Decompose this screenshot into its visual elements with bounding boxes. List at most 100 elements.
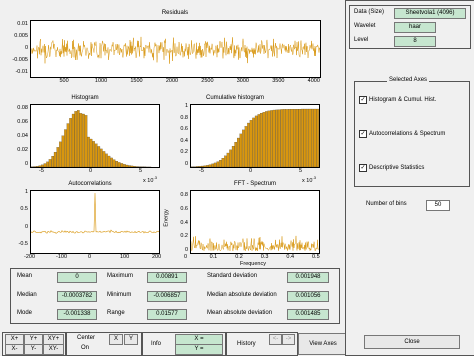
bins-label: Number of bins xyxy=(366,201,407,207)
cumulative-bar xyxy=(212,164,214,167)
autocorr-y-tick: 1 xyxy=(10,189,28,195)
cumulative-bar xyxy=(311,109,313,167)
autocorr-plot[interactable] xyxy=(30,190,160,254)
level-label: Level xyxy=(354,37,368,43)
cumulative-bar xyxy=(199,166,201,167)
cumulative-bar xyxy=(296,109,298,167)
cumulative-bar xyxy=(224,156,226,167)
cumulative-bar xyxy=(276,110,278,167)
residuals-x-tick: 3500 xyxy=(272,78,284,84)
histogram-bar xyxy=(121,163,123,167)
histogram-bar xyxy=(67,124,69,168)
cumulative-y-tick: 1 xyxy=(170,103,188,109)
histogram-bar xyxy=(116,161,118,167)
histogram-bar xyxy=(62,136,64,167)
stats-option-label: Descriptive Statistics xyxy=(369,165,424,171)
zoom-y-out-button[interactable]: Y- xyxy=(24,344,43,355)
minimum-value: -0.006857 xyxy=(147,291,187,302)
center-y-button[interactable]: Y xyxy=(124,334,138,345)
data-size-label: Data (Size) xyxy=(354,9,384,15)
wavelet-label: Wavelet xyxy=(354,23,375,29)
residuals-y-tick: 0.005 xyxy=(10,33,28,39)
stats-checkbox[interactable]: ✓ xyxy=(359,164,367,172)
history-forward-button[interactable]: -> xyxy=(282,334,295,345)
fft-x-tick: 0.5 xyxy=(312,254,320,260)
cumulative-bar xyxy=(278,110,280,167)
histogram-bar xyxy=(100,149,102,167)
cumulative-bar xyxy=(214,163,216,167)
cumulative-bar xyxy=(204,166,206,167)
mode-label: Mode xyxy=(17,310,32,316)
std-value: 0.001948 xyxy=(287,272,329,283)
histogram-bar xyxy=(36,166,38,167)
fft-y-tick: 0.8 xyxy=(170,192,188,198)
zoom-xy-out-button[interactable]: XY- xyxy=(43,344,64,355)
cumulative-bar xyxy=(209,165,211,167)
histogram-bar xyxy=(113,160,115,167)
cumulative-bar xyxy=(237,138,239,167)
fft-line xyxy=(191,191,319,253)
cumulative-bar xyxy=(217,162,219,167)
histogram-bar xyxy=(133,166,135,167)
histogram-bar xyxy=(72,114,74,167)
close-button[interactable]: Close xyxy=(364,335,460,349)
center-x-button[interactable]: X xyxy=(109,334,123,345)
histogram-bar xyxy=(77,110,79,167)
fft-plot[interactable] xyxy=(190,190,320,254)
cumulative-bar xyxy=(281,109,283,167)
fft-ylabel: Energy xyxy=(164,209,170,226)
cumulative-bar xyxy=(299,109,301,167)
residuals-plot[interactable] xyxy=(30,20,321,78)
data-size-value: Sheetvola1 (4096) xyxy=(394,8,466,19)
cumulative-plot[interactable] xyxy=(190,104,320,168)
bins-input[interactable]: 50 xyxy=(426,200,450,211)
view-axes-button[interactable]: View Axes xyxy=(298,333,348,355)
fft-title: FFT - Spectrum xyxy=(225,181,285,187)
autocorr-x-tick: 100 xyxy=(120,254,129,260)
cumulative-bar xyxy=(270,110,272,167)
info-label: Info xyxy=(151,341,161,347)
history-panel: History <- -> xyxy=(226,332,298,356)
stats-panel: Mean 0 Median -0.0003782 Mode -0.001338 … xyxy=(10,268,340,324)
cumulative-y-tick: 0.4 xyxy=(170,138,188,144)
histogram-bar xyxy=(110,158,112,167)
histogram-x-tick: 5 xyxy=(139,168,142,174)
cumulative-bar xyxy=(201,166,203,167)
cumulative-bar xyxy=(196,166,198,167)
residuals-y-tick: -0.01 xyxy=(10,69,28,75)
residuals-y-tick: 0.01 xyxy=(10,21,28,27)
autocorr-x-tick: -200 xyxy=(24,254,35,260)
histogram-bar xyxy=(103,151,105,167)
cumulative-bar xyxy=(240,134,242,167)
mean-value: 0 xyxy=(57,272,97,283)
side-panel: Data (Size) Sheetvola1 (4096) Wavelet ha… xyxy=(345,0,474,356)
cumulative-title: Cumulative histogram xyxy=(195,95,275,101)
cumulative-bar xyxy=(235,142,237,167)
histogram-bar xyxy=(105,154,107,167)
cumulative-bar xyxy=(263,112,265,167)
histogram-checkbox[interactable]: ✓ xyxy=(359,96,367,104)
zoom-x-out-button[interactable]: X- xyxy=(5,344,24,355)
residuals-signal xyxy=(31,21,320,77)
histogram-y-tick: 0.02 xyxy=(10,147,28,153)
autocorr-checkbox[interactable]: ✓ xyxy=(359,130,367,138)
history-back-button[interactable]: <- xyxy=(269,334,282,345)
autocorr-option-label: Autocorrelations & Spectrum xyxy=(369,131,445,137)
cumulative-y-tick: 0.8 xyxy=(170,115,188,121)
cumulative-x-tick: 5 xyxy=(299,168,302,174)
residuals-x-tick: 3000 xyxy=(237,78,249,84)
fft-y-tick: 0.4 xyxy=(170,220,188,226)
cumulative-bar xyxy=(222,158,224,167)
cumulative-bar xyxy=(227,153,229,167)
histogram-bar xyxy=(118,162,120,167)
cumulative-bar xyxy=(306,109,308,167)
mean-label: Mean xyxy=(17,273,32,279)
maximum-value: 0.00891 xyxy=(147,272,187,283)
histogram-plot[interactable] xyxy=(30,104,160,168)
cumulative-bar xyxy=(301,109,303,167)
histogram-bar xyxy=(44,164,46,168)
histogram-bar xyxy=(85,115,87,167)
cumulative-bar xyxy=(291,109,293,167)
cumulative-bar xyxy=(304,109,306,167)
mean-abs-label: Mean absolute deviation xyxy=(207,310,272,316)
